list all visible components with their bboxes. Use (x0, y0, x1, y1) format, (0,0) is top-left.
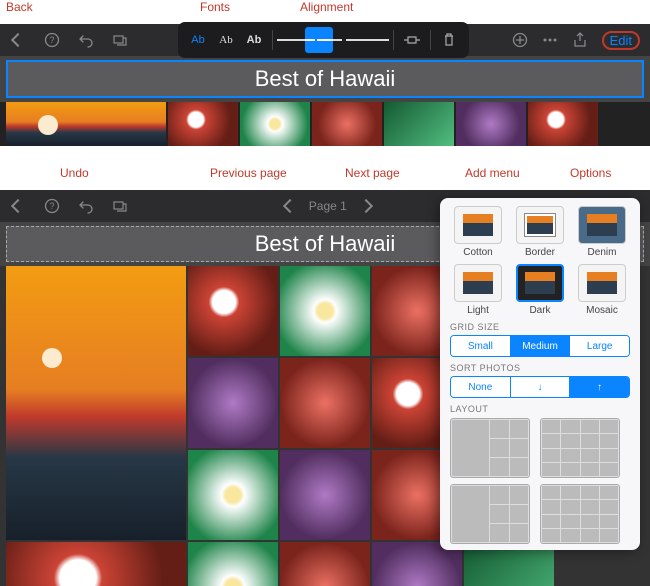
page-nav: Page 1 (285, 199, 371, 213)
grid-size-segment: Small Medium Large (450, 335, 630, 357)
font-option-3[interactable]: Ab (240, 27, 268, 53)
align-left-button[interactable] (277, 27, 305, 53)
album-title-input[interactable]: Best of Hawaii (6, 60, 644, 98)
layout-label: LAYOUT (450, 404, 630, 414)
anno-options: Options (570, 166, 611, 180)
sort-none[interactable]: None (451, 377, 511, 397)
layout-option-d[interactable] (540, 484, 620, 544)
grid-size-large[interactable]: Large (570, 336, 629, 356)
anno-prev: Previous page (210, 166, 287, 180)
theme-label: Border (512, 247, 568, 258)
photo-thumb[interactable] (456, 102, 526, 146)
theme-mosaic[interactable]: Mosaic (574, 264, 630, 316)
options-popover: Cotton Border Denim Light Dark Mosaic GR… (440, 198, 640, 550)
page-label: Page 1 (309, 199, 347, 213)
photo-thumb[interactable] (384, 102, 454, 146)
theme-dark[interactable]: Dark (512, 264, 568, 316)
photo-thumb[interactable] (188, 542, 278, 586)
annotation-row-bottom: Undo Previous page Next page Add menu Op… (0, 166, 650, 190)
anno-undo: Undo (60, 166, 89, 180)
photo-thumb[interactable] (280, 266, 370, 356)
anno-next: Next page (345, 166, 400, 180)
photo-thumb[interactable] (168, 102, 238, 146)
help-icon[interactable]: ? (44, 198, 60, 214)
layout-option-c[interactable] (450, 484, 530, 544)
layout-option-b[interactable] (540, 418, 620, 478)
sort-label: SORT PHOTOS (450, 363, 630, 373)
svg-text:?: ? (49, 201, 54, 211)
back-chevron-icon[interactable] (10, 32, 26, 48)
anno-fonts: Fonts (200, 0, 230, 14)
edit-button[interactable]: Edit (602, 31, 640, 50)
photo-thumb[interactable] (280, 450, 370, 540)
photo-large[interactable] (6, 266, 186, 540)
back-chevron-icon[interactable] (10, 198, 26, 214)
annotation-row-top: Back Fonts Alignment (0, 0, 650, 24)
theme-border[interactable]: Border (512, 206, 568, 258)
grid-size-small[interactable]: Small (451, 336, 511, 356)
prev-page-button[interactable] (285, 201, 295, 211)
anno-back: Back (6, 0, 33, 14)
layout-option-a[interactable] (450, 418, 530, 478)
theme-light[interactable]: Light (450, 264, 506, 316)
format-popup: Ab Ab Ab (178, 22, 469, 58)
anno-add: Add menu (465, 166, 520, 180)
options-icon[interactable] (542, 32, 558, 48)
title-bar-top: Best of Hawaii (0, 56, 650, 102)
theme-cotton[interactable]: Cotton (450, 206, 506, 258)
grid-size-label: GRID SIZE (450, 322, 630, 332)
photo-thumb[interactable] (240, 102, 310, 146)
photo-thumb[interactable] (188, 266, 278, 356)
sort-desc[interactable]: ↓ (511, 377, 571, 397)
svg-text:?: ? (49, 35, 54, 45)
expand-button[interactable] (398, 27, 426, 53)
undo-icon[interactable] (78, 198, 94, 214)
sort-asc[interactable]: ↑ (570, 377, 629, 397)
photo-thumb[interactable] (6, 102, 166, 146)
grid-size-medium[interactable]: Medium (511, 336, 571, 356)
next-page-button[interactable] (361, 201, 371, 211)
photo-thumb[interactable] (188, 358, 278, 448)
theme-label: Denim (574, 247, 630, 258)
anno-alignment: Alignment (300, 0, 353, 14)
theme-label: Light (450, 305, 506, 316)
photo-strip (0, 102, 650, 146)
photo-thumb[interactable] (280, 358, 370, 448)
toolbar-top: ? Ab Ab Ab Edit (0, 24, 650, 56)
help-icon[interactable]: ? (44, 32, 60, 48)
photo-thumb[interactable] (312, 102, 382, 146)
photo-thumb[interactable] (280, 542, 370, 586)
project-icon[interactable] (112, 198, 128, 214)
theme-label: Cotton (450, 247, 506, 258)
photo-thumb[interactable] (528, 102, 598, 146)
undo-icon[interactable] (78, 32, 94, 48)
trash-button[interactable] (435, 27, 463, 53)
theme-label: Mosaic (574, 305, 630, 316)
align-justify-button[interactable] (361, 27, 389, 53)
align-center-button[interactable] (305, 27, 333, 53)
project-icon[interactable] (112, 32, 128, 48)
font-option-1[interactable]: Ab (184, 27, 212, 53)
align-right-button[interactable] (333, 27, 361, 53)
add-icon[interactable] (512, 32, 528, 48)
share-icon[interactable] (572, 32, 588, 48)
photo-thumb[interactable] (6, 542, 186, 586)
theme-label: Dark (512, 305, 568, 316)
font-option-2[interactable]: Ab (212, 27, 240, 53)
photo-thumb[interactable] (188, 450, 278, 540)
theme-denim[interactable]: Denim (574, 206, 630, 258)
sort-segment: None ↓ ↑ (450, 376, 630, 398)
